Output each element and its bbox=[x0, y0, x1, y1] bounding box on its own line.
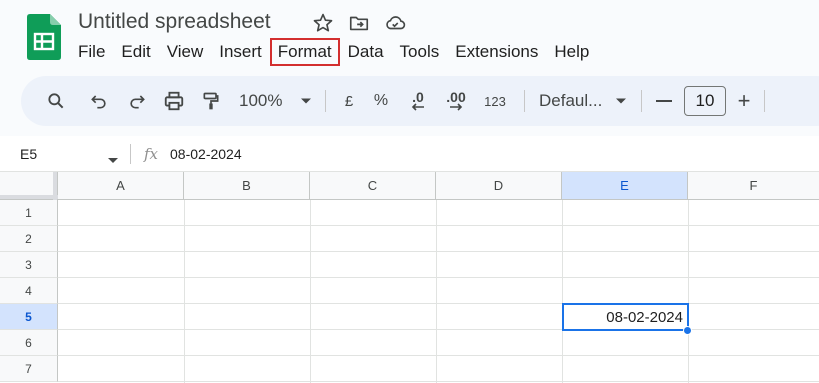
grid-line bbox=[58, 277, 819, 278]
toolbar-divider bbox=[764, 90, 765, 112]
menu-insert[interactable]: Insert bbox=[211, 38, 270, 66]
grid-line bbox=[58, 251, 819, 252]
grid-line bbox=[58, 303, 819, 304]
name-box[interactable]: E5 bbox=[0, 136, 130, 171]
select-all-corner[interactable] bbox=[0, 172, 58, 200]
zoom-dropdown-icon[interactable] bbox=[299, 85, 313, 117]
more-formats-button[interactable]: 123 bbox=[476, 85, 514, 117]
menu-format[interactable]: Format bbox=[269, 38, 340, 66]
row-header-5[interactable]: 5 bbox=[0, 304, 58, 330]
toolbar-divider bbox=[524, 90, 525, 112]
zoom-select[interactable]: 100% bbox=[237, 85, 299, 117]
spreadsheet-grid: A B C D E F 1 2 3 4 5 6 7 08-02-2024 bbox=[0, 172, 819, 383]
formula-input[interactable]: 08-02-2024 bbox=[170, 146, 242, 162]
paint-format-icon[interactable] bbox=[193, 85, 229, 117]
formula-bar-divider bbox=[130, 143, 131, 164]
row-header-7[interactable]: 7 bbox=[0, 356, 58, 382]
selected-cell-e5[interactable]: 08-02-2024 bbox=[562, 303, 689, 331]
print-icon[interactable] bbox=[155, 85, 193, 117]
column-header-f[interactable]: F bbox=[688, 172, 819, 200]
menu-view[interactable]: View bbox=[159, 38, 212, 66]
font-dropdown-icon[interactable] bbox=[613, 85, 629, 117]
document-title[interactable]: Untitled spreadsheet bbox=[78, 10, 271, 34]
sheets-logo-icon[interactable] bbox=[27, 14, 61, 60]
search-menus-icon[interactable] bbox=[43, 85, 69, 117]
row-header-6[interactable]: 6 bbox=[0, 330, 58, 356]
name-box-dropdown-icon[interactable] bbox=[108, 151, 118, 167]
menu-help[interactable]: Help bbox=[546, 38, 597, 66]
toolbar: 100% £ % .0 .00 123 Defaul... 10 + bbox=[21, 76, 819, 126]
row-header-3[interactable]: 3 bbox=[0, 252, 58, 278]
name-box-value: E5 bbox=[20, 145, 38, 162]
fx-icon: fx bbox=[144, 144, 159, 163]
percent-format-button[interactable]: % bbox=[362, 85, 400, 117]
star-icon[interactable] bbox=[310, 10, 336, 36]
grid-line bbox=[58, 329, 819, 330]
move-to-folder-icon[interactable] bbox=[346, 10, 372, 36]
menu-bar: File Edit View Insert Format Data Tools … bbox=[70, 38, 597, 66]
grid-line bbox=[58, 225, 819, 226]
menu-tools[interactable]: Tools bbox=[392, 38, 448, 66]
cloud-status-icon[interactable] bbox=[382, 10, 408, 36]
menu-edit[interactable]: Edit bbox=[113, 38, 158, 66]
toolbar-divider bbox=[641, 90, 642, 112]
currency-format-button[interactable]: £ bbox=[336, 85, 362, 117]
menu-data[interactable]: Data bbox=[340, 38, 392, 66]
grid-line bbox=[58, 381, 819, 382]
increase-decimal-label: .00 bbox=[446, 89, 466, 105]
font-select[interactable]: Defaul... bbox=[535, 85, 613, 117]
font-size-input[interactable]: 10 bbox=[684, 86, 726, 116]
redo-icon[interactable] bbox=[119, 85, 155, 117]
fill-handle[interactable] bbox=[683, 326, 692, 335]
increase-decimal-button[interactable]: .00 bbox=[436, 85, 476, 117]
column-header-e[interactable]: E bbox=[562, 172, 688, 200]
decrease-decimal-button[interactable]: .0 bbox=[400, 85, 436, 117]
formula-bar: E5 fx 08-02-2024 bbox=[0, 136, 819, 172]
row-header-1[interactable]: 1 bbox=[0, 200, 58, 226]
grid-line bbox=[58, 355, 819, 356]
decrease-font-size-button[interactable] bbox=[652, 85, 676, 117]
row-header-4[interactable]: 4 bbox=[0, 278, 58, 304]
increase-font-size-button[interactable]: + bbox=[726, 85, 762, 117]
row-header-2[interactable]: 2 bbox=[0, 226, 58, 252]
column-header-c[interactable]: C bbox=[310, 172, 436, 200]
column-header-d[interactable]: D bbox=[436, 172, 562, 200]
menu-extensions[interactable]: Extensions bbox=[447, 38, 546, 66]
decrease-decimal-label: .0 bbox=[412, 89, 424, 105]
column-header-a[interactable]: A bbox=[58, 172, 184, 200]
toolbar-divider bbox=[325, 90, 326, 112]
undo-icon[interactable] bbox=[79, 85, 119, 117]
column-header-b[interactable]: B bbox=[184, 172, 310, 200]
menu-file[interactable]: File bbox=[70, 38, 113, 66]
